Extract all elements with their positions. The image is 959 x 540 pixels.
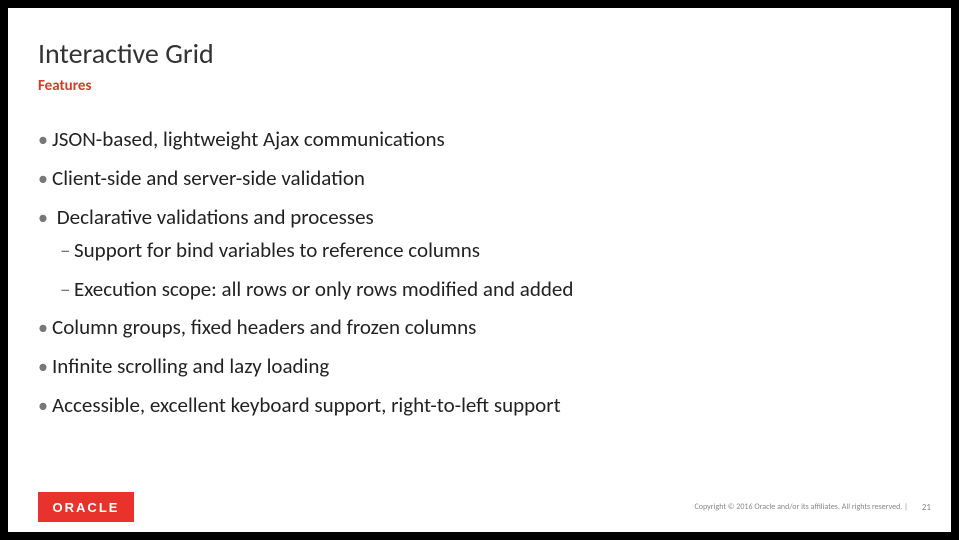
slide: Interactive Grid Features JSON-based, li… xyxy=(8,8,951,532)
bullet-item: Infinite scrolling and lazy loading xyxy=(38,350,921,383)
bullet-list: JSON-based, lightweight Ajax communicati… xyxy=(38,123,921,422)
slide-footer: ORACLE Copyright © 2016 Oracle and/or it… xyxy=(38,492,931,522)
bullet-item: Accessible, excellent keyboard support, … xyxy=(38,389,921,422)
copyright-block: Copyright © 2016 Oracle and/or its affil… xyxy=(695,502,931,513)
sub-bullet-item: Support for bind variables to reference … xyxy=(60,234,921,267)
copyright-text: Copyright © 2016 Oracle and/or its affil… xyxy=(695,502,908,512)
slide-subtitle: Features xyxy=(38,77,921,95)
bullet-item: JSON-based, lightweight Ajax communicati… xyxy=(38,123,921,156)
sub-bullet-item: Execution scope: all rows or only rows m… xyxy=(60,273,921,306)
slide-content: Interactive Grid Features JSON-based, li… xyxy=(8,8,951,422)
slide-title: Interactive Grid xyxy=(38,36,921,71)
oracle-logo: ORACLE xyxy=(38,492,134,522)
sub-bullet-list: Support for bind variables to reference … xyxy=(60,234,921,305)
page-number: 21 xyxy=(922,502,931,513)
bullet-item: Declarative validations and processes Su… xyxy=(38,201,921,305)
bullet-item: Column groups, fixed headers and frozen … xyxy=(38,311,921,344)
oracle-logo-text: ORACLE xyxy=(53,500,120,515)
bullet-text: Declarative validations and processes xyxy=(57,204,374,230)
bullet-item: Client-side and server-side validation xyxy=(38,162,921,195)
